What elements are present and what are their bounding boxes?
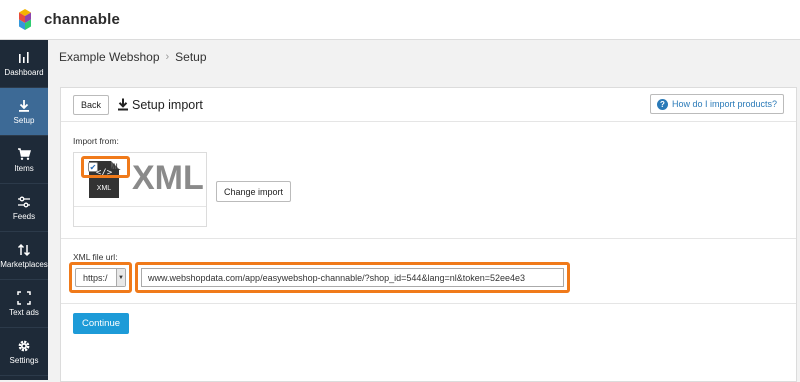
page-title: Setup import [117,98,203,112]
breadcrumb-project[interactable]: Example Webshop [59,50,160,64]
breadcrumb-current: Setup [175,50,207,64]
xml-url-label: XML file url: [73,252,118,262]
import-type-card[interactable]: </> XML XML ✔ XML [73,152,207,227]
import-from-label: Import from: [73,136,119,146]
help-button-label: How do I import products? [671,99,777,109]
panel-header: Back Setup import ? How do I import prod… [61,88,796,122]
import-type-name: XML [132,159,204,197]
continue-button[interactable]: Continue [73,313,129,334]
xml-checkbox[interactable]: ✔ [88,162,98,172]
breadcrumb: Example Webshop › Setup [59,50,207,64]
sidebar-item-marketplaces[interactable]: Marketplaces [0,232,48,280]
chevron-right-icon: › [165,51,170,63]
chevron-down-icon[interactable]: ▼ [116,269,125,286]
sidebar-item-items[interactable]: Items [0,136,48,184]
logo-cubes-icon [19,8,31,30]
swap-arrows-icon [17,243,31,256]
xml-checkbox-highlight[interactable]: ✔ XML [81,156,130,178]
divider [61,303,796,304]
sidebar-item-label: Text ads [9,307,39,317]
divider [61,238,796,239]
xml-file-icon-text: XML [96,185,112,192]
xml-checkbox-label: XML [102,162,121,172]
sidebar-item-label: Settings [9,355,39,365]
download-icon [118,98,129,111]
download-icon [19,99,29,112]
cart-icon [18,147,31,160]
sidebar-item-feeds[interactable]: Feeds [0,184,48,232]
expand-corners-icon [17,290,31,305]
xml-url-highlight: www.webshopdata.com/app/easywebshop-chan… [135,262,570,293]
protocol-select-value: https:/ [83,272,108,283]
sidebar-item-label: Items [14,163,34,173]
sidebar-item-label: Setup [13,115,35,125]
top-bar: channable [0,0,800,40]
sidebar-item-settings[interactable]: Settings [0,328,48,376]
question-icon: ? [656,98,668,110]
main-content: Example Webshop › Setup Back Setup impor… [48,40,800,382]
sidebar-item-setup[interactable]: Setup [0,88,48,136]
protocol-select[interactable]: https:/ ▼ [75,268,126,287]
protocol-select-highlight: https:/ ▼ [69,262,132,293]
import-type-check-row [74,206,206,226]
setup-import-panel: Back Setup import ? How do I import prod… [60,87,797,382]
sidebar-item-label: Dashboard [4,67,44,77]
sidebar: Dashboard Setup Items Feeds Marketplaces… [0,40,48,380]
app-logo[interactable]: channable [12,7,120,33]
help-button[interactable]: ? How do I import products? [649,94,784,114]
sidebar-item-label: Feeds [12,211,36,221]
brand-name: channable [44,11,120,28]
bar-chart-icon [19,51,29,63]
change-import-button[interactable]: Change import [216,181,292,202]
gear-icon [18,340,30,351]
back-button[interactable]: Back [73,94,110,115]
page-title-text: Setup import [132,97,203,112]
sliders-icon [18,196,30,207]
sidebar-item-label: Marketplaces [0,259,48,269]
xml-url-input[interactable]: www.webshopdata.com/app/easywebshop-chan… [141,268,564,287]
sidebar-item-dashboard[interactable]: Dashboard [0,40,48,88]
sidebar-item-text-ads[interactable]: Text ads [0,280,48,328]
